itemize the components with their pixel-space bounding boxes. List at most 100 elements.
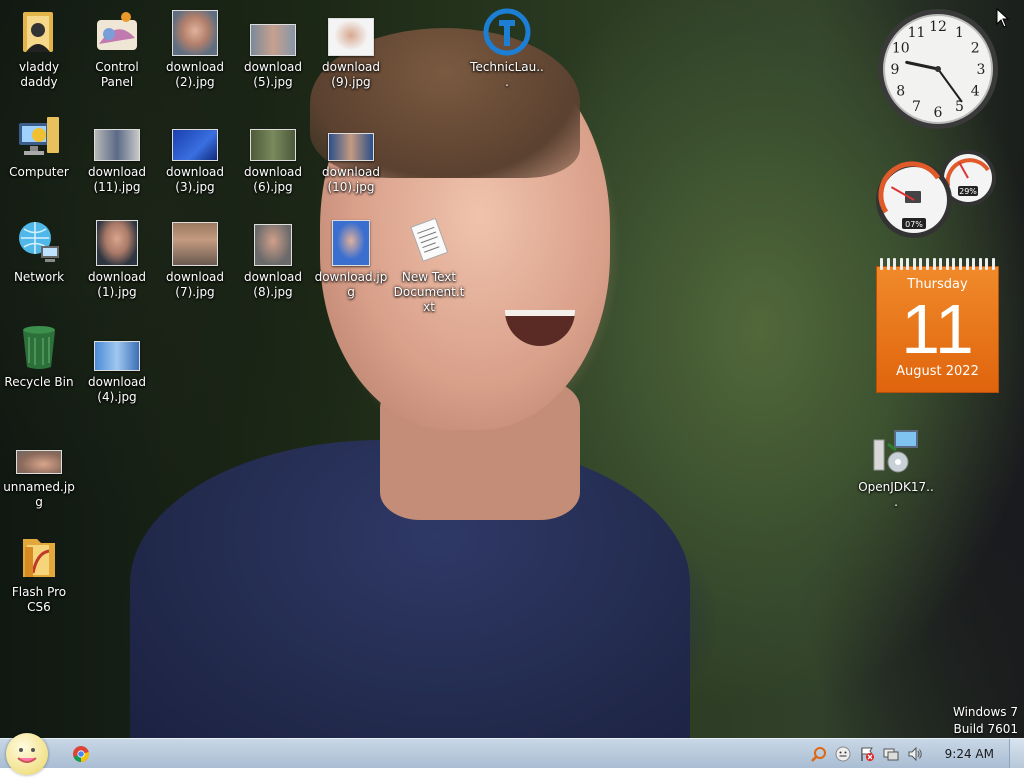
calendar-gadget[interactable]: Thursday 11 August 2022 — [876, 258, 999, 393]
clock-numeral: 12 — [929, 19, 947, 35]
icon-label: download (4).jpg — [87, 375, 147, 404]
desktop-icon-new-text-document[interactable]: New Text Document.txt — [391, 218, 467, 315]
desktop-icon-network[interactable]: Network — [1, 218, 77, 285]
desktop[interactable]: vladdy daddy Computer Network Recycle Bi… — [0, 0, 1024, 738]
clock-numeral: 7 — [912, 99, 921, 115]
icon-label: download (8).jpg — [243, 270, 303, 299]
clock-gadget[interactable]: 12 1 2 3 4 5 6 7 8 9 10 11 — [876, 7, 1000, 131]
image-thumbnail — [171, 218, 219, 266]
desktop-icon-download-1[interactable]: download (1).jpg — [79, 218, 155, 300]
image-thumbnail — [171, 8, 219, 56]
icon-label: download.jpg — [314, 270, 388, 299]
watermark-os: Windows 7 — [952, 705, 1018, 719]
memory-percent: 29% — [959, 187, 977, 196]
icon-label: download (2).jpg — [165, 60, 225, 89]
taskbar: 9:24 AM — [0, 733, 1024, 775]
desktop-icon-download-3[interactable]: download (3).jpg — [157, 113, 233, 195]
cpu-meter-gadget[interactable]: 29% 07% — [874, 148, 1000, 240]
image-thumbnail — [171, 113, 219, 161]
desktop-icon-technic-launcher[interactable]: TechnicLau... — [469, 8, 545, 90]
image-thumbnail — [249, 8, 297, 56]
desktop-icon-download-6[interactable]: download (6).jpg — [235, 113, 311, 195]
desktop-icon-download-4[interactable]: download (4).jpg — [79, 323, 155, 405]
desktop-icon-download-10[interactable]: download (10).jpg — [313, 113, 389, 195]
control-panel-icon — [93, 8, 141, 56]
icon-label: Recycle Bin — [4, 375, 74, 389]
desktop-icon-recycle-bin[interactable]: Recycle Bin — [1, 323, 77, 390]
icon-label: vladdy daddy — [18, 60, 60, 89]
calendar-month-year: August 2022 — [896, 364, 979, 379]
action-center-icon[interactable] — [859, 746, 875, 762]
desktop-icon-download-11[interactable]: download (11).jpg — [79, 113, 155, 195]
desktop-icon-unnamed-jpg[interactable]: unnamed.jpg — [1, 428, 77, 510]
taskbar-chrome-button[interactable] — [66, 741, 96, 767]
desktop-icon-download-7[interactable]: download (7).jpg — [157, 218, 233, 300]
image-thumbnail — [93, 218, 141, 266]
calendar-rings — [880, 258, 995, 270]
image-thumbnail — [15, 428, 63, 476]
text-document-icon — [405, 218, 453, 266]
calendar-day-number: 11 — [901, 290, 974, 368]
desktop-icon-download-5[interactable]: download (5).jpg — [235, 8, 311, 90]
desktop-icon-flash-pro[interactable]: Flash Pro CS6 — [1, 533, 77, 615]
mouse-pointer-icon — [996, 7, 1010, 31]
icon-label: TechnicLau... — [470, 60, 544, 89]
image-thumbnail — [93, 323, 141, 371]
smiley-icon[interactable] — [835, 746, 851, 762]
clock-numeral: 1 — [955, 25, 964, 41]
clock-numeral: 5 — [955, 99, 964, 115]
flash-pro-folder-icon — [15, 533, 63, 581]
icon-label: download (3).jpg — [165, 165, 225, 194]
network-icon — [15, 218, 63, 266]
icon-label: download (7).jpg — [165, 270, 225, 299]
image-thumbnail — [327, 113, 375, 161]
installer-icon — [872, 428, 920, 476]
icon-label: download (6).jpg — [243, 165, 303, 194]
desktop-icon-computer[interactable]: Computer — [1, 113, 77, 180]
icon-label: download (9).jpg — [321, 60, 381, 89]
image-thumbnail — [249, 113, 297, 161]
desktop-icon-download-2[interactable]: download (2).jpg — [157, 8, 233, 90]
watermark-build: Build 7601 — [953, 722, 1018, 736]
clock-numeral: 4 — [971, 84, 980, 100]
desktop-icon-control-panel[interactable]: Control Panel — [79, 8, 155, 90]
icon-label: OpenJDK17... — [858, 480, 934, 509]
start-button[interactable] — [6, 733, 48, 775]
image-thumbnail — [249, 218, 297, 266]
icon-label: download (1).jpg — [87, 270, 147, 299]
computer-icon — [15, 113, 63, 161]
icon-label: Computer — [9, 165, 69, 179]
icon-label: Network — [13, 270, 65, 284]
desktop-icon-openjdk-installer[interactable]: OpenJDK17... — [858, 428, 934, 510]
icon-label: download (10).jpg — [321, 165, 381, 194]
smiley-start-icon — [17, 748, 37, 763]
image-thumbnail — [327, 8, 375, 56]
clock-numeral: 11 — [908, 25, 926, 41]
network-tray-icon[interactable] — [883, 746, 899, 762]
clock-numeral: 3 — [977, 62, 986, 78]
icon-label: unnamed.jpg — [3, 480, 75, 509]
windows-build-watermark: Windows 7 Build 7601 — [953, 704, 1018, 738]
icon-label: download (11).jpg — [87, 165, 147, 194]
desktop-icon-download-9[interactable]: download (9).jpg — [313, 8, 389, 90]
image-thumbnail — [327, 218, 375, 266]
show-desktop-button[interactable] — [1009, 739, 1024, 768]
desktop-icon-download[interactable]: download.jpg — [313, 218, 389, 300]
clock-numeral: 2 — [971, 41, 980, 57]
desktop-icon-vladdy-daddy[interactable]: vladdy daddy — [1, 8, 77, 90]
icon-label: Flash Pro CS6 — [11, 585, 67, 614]
image-thumbnail — [93, 113, 141, 161]
cpu-percent: 07% — [905, 220, 923, 229]
icon-label: download (5).jpg — [243, 60, 303, 89]
user-folder-icon — [15, 8, 63, 56]
technic-launcher-icon — [483, 8, 531, 56]
search-tool-icon[interactable] — [810, 746, 827, 762]
volume-icon[interactable] — [907, 746, 923, 762]
system-tray: 9:24 AM — [810, 739, 994, 768]
clock-numeral: 8 — [896, 84, 905, 100]
chrome-icon — [73, 746, 90, 763]
desktop-icon-download-8[interactable]: download (8).jpg — [235, 218, 311, 300]
clock-numeral: 9 — [891, 62, 900, 78]
taskbar-clock[interactable]: 9:24 AM — [945, 747, 994, 761]
icon-label: Control Panel — [95, 60, 139, 89]
